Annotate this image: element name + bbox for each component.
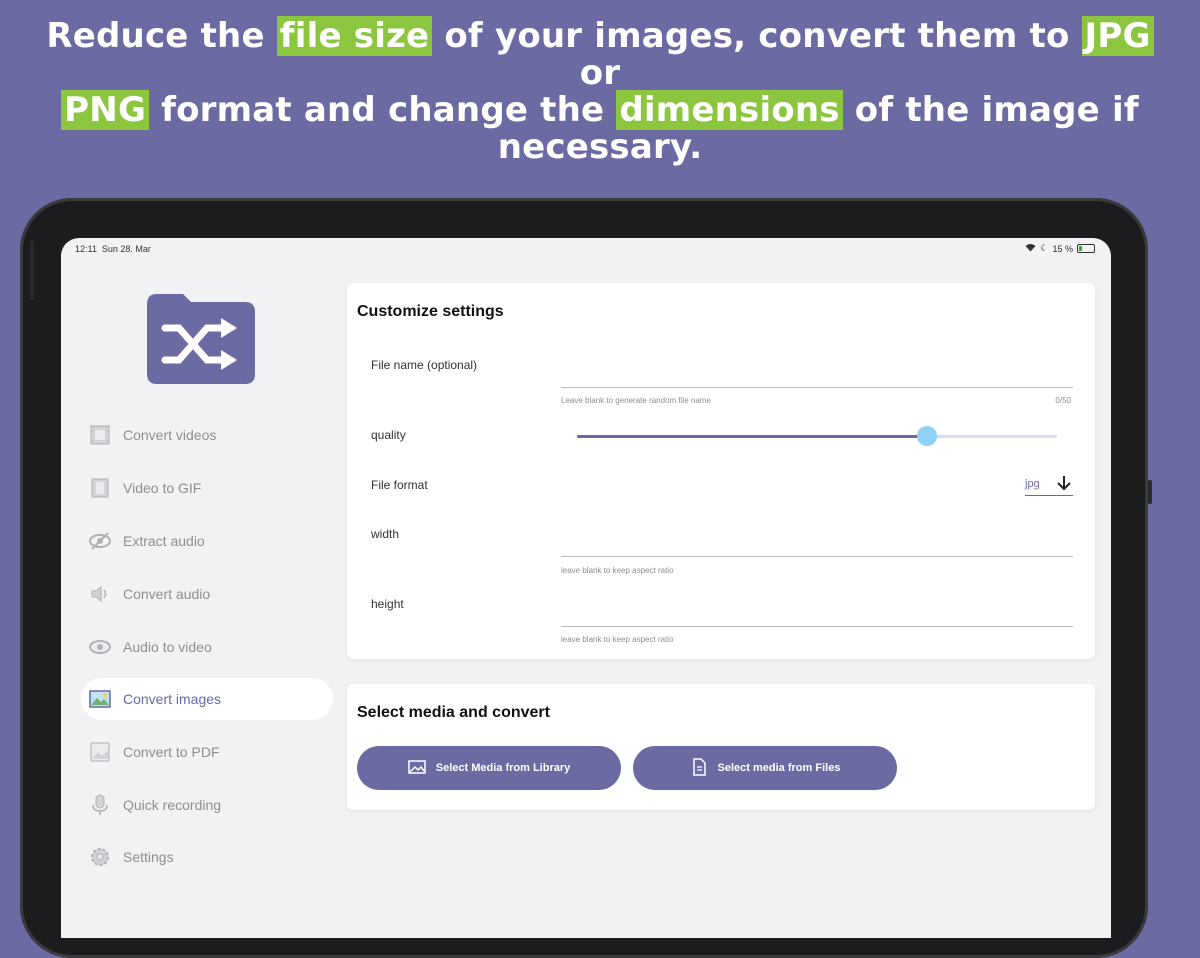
sidebar-item-audio-to-video[interactable]: Audio to video xyxy=(81,626,333,668)
battery-icon xyxy=(1077,244,1095,253)
sidebar-item-label: Audio to video xyxy=(123,639,212,655)
button-label: Select Media from Library xyxy=(435,762,571,774)
sidebar-item-label: Convert to PDF xyxy=(123,744,220,760)
headline-text: or xyxy=(579,53,621,93)
document-icon xyxy=(690,757,708,779)
file-name-input[interactable] xyxy=(561,367,1073,388)
film-icon xyxy=(89,424,111,446)
moon-icon: ☾ xyxy=(1040,243,1049,253)
battery-percent: 15 % xyxy=(1052,243,1073,254)
sidebar-item-label: Extract audio xyxy=(123,533,205,549)
file-name-counter: 0/50 xyxy=(1055,396,1071,405)
picture-icon xyxy=(89,741,111,763)
microphone-icon xyxy=(89,794,111,816)
speaker-icon xyxy=(89,583,111,605)
wifi-icon xyxy=(1025,243,1036,254)
film-strip-icon xyxy=(89,477,111,499)
arrow-down-icon xyxy=(1055,474,1073,495)
status-bar: 12:11 Sun 28. Mar ☾ 15 % xyxy=(61,238,1111,260)
eye-icon xyxy=(89,636,111,658)
sidebar-item-label: Convert audio xyxy=(123,586,211,602)
sidebar-item-settings[interactable]: Settings xyxy=(81,836,333,878)
width-hint: leave blank to keep aspect ratio xyxy=(561,566,674,575)
width-input[interactable] xyxy=(561,536,1073,557)
quality-label: quality xyxy=(371,428,406,442)
file-format-value: jpg xyxy=(1025,478,1040,490)
headline-text: format and change the xyxy=(161,90,605,130)
headline-text: of your images, convert them to xyxy=(444,16,1070,56)
select-media-files-button[interactable]: Select media from Files xyxy=(633,746,897,790)
file-format-label: File format xyxy=(371,478,428,492)
sidebar-item-extract-audio[interactable]: Extract audio xyxy=(81,520,333,562)
headline-highlight: file size xyxy=(276,16,433,56)
sidebar-item-quick-recording[interactable]: Quick recording xyxy=(81,784,333,826)
tablet-screen: 12:11 Sun 28. Mar ☾ 15 % Convert videos xyxy=(61,238,1111,938)
app-logo xyxy=(145,290,257,386)
headline-highlight: JPG xyxy=(1081,16,1154,56)
select-media-card: Select media and convert Select Media fr… xyxy=(347,684,1095,810)
status-indicators: ☾ 15 % xyxy=(1025,243,1095,254)
file-format-select[interactable]: jpg xyxy=(1025,473,1073,496)
sidebar-item-label: Convert images xyxy=(123,691,222,707)
volume-button xyxy=(30,240,34,300)
card-title: Customize settings xyxy=(357,303,504,320)
side-button xyxy=(1148,480,1152,504)
quality-slider[interactable] xyxy=(577,426,1057,446)
sidebar-item-label: Quick recording xyxy=(123,797,222,813)
headline: Reduce the file size of your images, con… xyxy=(40,16,1160,166)
width-label: width xyxy=(371,527,400,541)
headline-text: Reduce the xyxy=(46,16,265,56)
customize-settings-card: Customize settings File name (optional) … xyxy=(347,283,1095,659)
sidebar-item-convert-audio[interactable]: Convert audio xyxy=(81,573,333,615)
eye-slash-icon xyxy=(89,530,111,552)
image-icon xyxy=(89,688,111,710)
height-label: height xyxy=(371,597,404,611)
status-time: 12:11 Sun 28. Mar xyxy=(75,244,151,254)
sidebar-item-convert-videos[interactable]: Convert videos xyxy=(81,414,333,456)
sidebar-item-label: Video to GIF xyxy=(123,480,202,496)
image-icon xyxy=(408,758,426,779)
file-name-label: File name (optional) xyxy=(371,358,478,372)
sidebar-item-convert-to-pdf[interactable]: Convert to PDF xyxy=(81,731,333,773)
sidebar-item-convert-images[interactable]: Convert images xyxy=(81,678,333,720)
headline-highlight: PNG xyxy=(61,90,150,130)
shuffle-folder-icon xyxy=(147,294,255,384)
gear-icon xyxy=(89,846,111,868)
select-media-library-button[interactable]: Select Media from Library xyxy=(357,746,621,790)
card-title: Select media and convert xyxy=(357,704,550,721)
quality-slider-thumb[interactable] xyxy=(917,426,938,446)
sidebar-item-label: Settings xyxy=(123,849,174,865)
height-input[interactable] xyxy=(561,606,1073,627)
file-name-hint: Leave blank to generate random file name xyxy=(561,396,711,405)
quality-slider-fill xyxy=(577,435,928,438)
button-label: Select media from Files xyxy=(717,762,841,774)
height-hint: leave blank to keep aspect ratio xyxy=(561,635,674,644)
headline-highlight: dimensions xyxy=(616,90,843,130)
sidebar-item-label: Convert videos xyxy=(123,427,217,443)
sidebar-item-video-to-gif[interactable]: Video to GIF xyxy=(81,467,333,509)
